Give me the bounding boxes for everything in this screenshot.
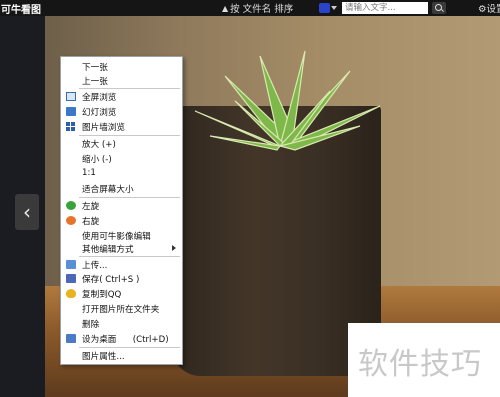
menu-separator [79, 197, 180, 198]
upload-icon [66, 260, 76, 269]
menu-item-label: 其他编辑方式 [82, 245, 134, 255]
sort-button[interactable]: ▲ 按 文件名 排序 [222, 1, 294, 16]
menu-item-set-desktop[interactable]: 设为桌面 (Ctrl+D) [62, 332, 181, 345]
search-button[interactable] [432, 2, 446, 14]
menu-item-previous[interactable]: 上一张 [62, 74, 181, 87]
gear-icon: ⚙ [478, 4, 487, 15]
menu-item-actual-size[interactable]: 1:1 [62, 167, 181, 180]
menu-item-label: 适合屏幕大小 [82, 185, 134, 195]
thumbnails-icon [66, 122, 76, 131]
chevron-left-icon: ‹ [23, 200, 31, 224]
search-engine-dropdown[interactable] [319, 2, 339, 14]
rotate-left-icon [66, 201, 76, 210]
sort-up-icon: ▲ [222, 3, 229, 13]
context-menu: 下一张 上一张 全屏浏览 幻灯浏览 图片墙浏览 放大 (+) 缩小 (-) 1:… [60, 56, 183, 365]
menu-item-delete[interactable]: 删除 [62, 317, 181, 330]
menu-item-label: 放大 (+) [82, 140, 116, 150]
fullscreen-icon [66, 92, 76, 101]
menu-item-label: 幻灯浏览 [82, 108, 117, 118]
menu-item-label: 全屏浏览 [82, 93, 117, 103]
menu-item-other-edit[interactable]: 其他编辑方式 [62, 242, 181, 255]
menu-item-edit-kuniu[interactable]: 使用可牛影像编辑 [62, 229, 181, 242]
menu-item-label: 图片墙浏览 [82, 123, 125, 133]
slideshow-icon [66, 107, 76, 116]
menu-item-rotate-left[interactable]: 左旋 [62, 199, 181, 212]
menu-item-fullscreen[interactable]: 全屏浏览 [62, 90, 181, 103]
menu-item-label: 下一张 [82, 63, 108, 73]
menu-item-rotate-right[interactable]: 右旋 [62, 214, 181, 227]
search-input[interactable] [342, 2, 428, 14]
save-icon [66, 274, 76, 283]
top-toolbar: 可牛看图 ▲ 按 文件名 排序 ⚙设置 [0, 0, 500, 16]
menu-item-next[interactable]: 下一张 [62, 60, 181, 73]
menu-item-label: 使用可牛影像编辑 [82, 232, 151, 242]
menu-item-label: 保存( Ctrl+S ) [82, 275, 140, 285]
menu-item-label: 复制到QQ [82, 290, 122, 300]
menu-item-label: 删除 [82, 320, 100, 330]
rotate-right-icon [66, 216, 76, 225]
menu-item-copy-qq[interactable]: 复制到QQ [62, 287, 181, 300]
menu-item-image-wall[interactable]: 图片墙浏览 [62, 120, 181, 133]
menu-item-label: 打开图片所在文件夹 [82, 305, 160, 315]
desktop-icon [66, 334, 76, 343]
menu-item-zoom-in[interactable]: 放大 (+) [62, 137, 181, 150]
watermark: 软件技巧 [348, 323, 500, 397]
menu-separator [79, 256, 180, 257]
baidu-paw-icon [319, 3, 330, 13]
settings-button[interactable]: ⚙设置 [478, 1, 500, 15]
menu-item-slideshow[interactable]: 幻灯浏览 [62, 105, 181, 118]
menu-item-zoom-out[interactable]: 缩小 (-) [62, 152, 181, 165]
previous-image-button[interactable]: ‹ [15, 194, 39, 230]
menu-item-properties[interactable]: 图片属性... [62, 349, 181, 362]
menu-item-label: 1:1 [82, 168, 96, 178]
sort-label: 按 文件名 排序 [230, 4, 294, 15]
menu-item-save[interactable]: 保存( Ctrl+S ) [62, 272, 181, 285]
qq-icon [66, 289, 76, 298]
menu-separator [79, 347, 180, 348]
settings-label: 设置 [486, 4, 500, 15]
menu-item-label: 左旋 [82, 202, 100, 212]
submenu-arrow-icon [172, 245, 176, 251]
menu-item-label: 设为桌面 (Ctrl+D) [82, 335, 169, 345]
menu-item-label: 图片属性... [82, 352, 125, 362]
menu-item-label: 右旋 [82, 217, 100, 227]
menu-separator [79, 88, 180, 89]
menu-item-label: 缩小 (-) [82, 155, 112, 165]
menu-item-open-folder[interactable]: 打开图片所在文件夹 [62, 302, 181, 315]
photo-succulent [194, 50, 381, 151]
watermark-text: 软件技巧 [358, 347, 482, 382]
menu-item-upload[interactable]: 上传... [62, 258, 181, 271]
menu-item-label: 上传... [82, 261, 108, 271]
menu-item-fit-screen[interactable]: 适合屏幕大小 [62, 182, 181, 195]
menu-item-label: 上一张 [82, 77, 108, 87]
menu-separator [79, 135, 180, 136]
chevron-down-icon [331, 6, 337, 10]
app-title: 可牛看图 [1, 5, 41, 16]
